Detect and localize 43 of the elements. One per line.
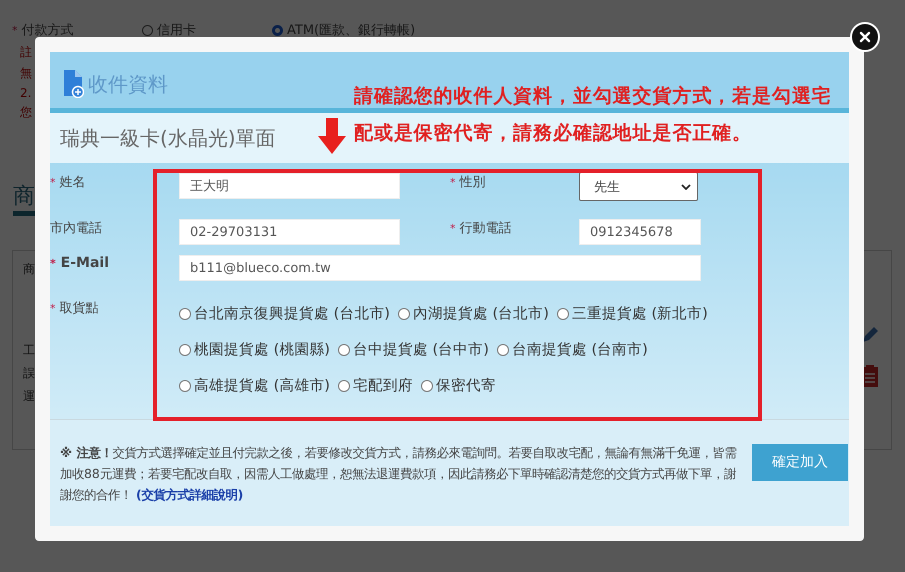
field-label: 付款方式 [22, 23, 74, 38]
note-text: 2. [20, 86, 32, 100]
required-mark: * [12, 24, 18, 37]
radio-label: 信用卡 [157, 22, 196, 39]
email-input[interactable]: b111@blueco.com.tw [179, 255, 701, 281]
pickup-option[interactable]: 高雄提貨處 (高雄市) [179, 377, 330, 395]
pickup-option[interactable]: 宅配到府 [338, 377, 413, 395]
product-name: 瑞典一級卡(水晶光)單面 [60, 124, 276, 152]
field-label: 市內電話 [50, 221, 102, 236]
pickup-option[interactable]: 台中提貨處 (台中市) [338, 341, 489, 359]
notice-text: 請確認您的收件人資料，並勾選交貨方式，若是勾選宅配或是保密代寄，請務必確認地址是否正確。 [354, 84, 833, 146]
panel-text: 工 [23, 342, 35, 359]
notice-paragraph: ※ 注意！交貨方式選擇確定並且付完款之後，若要修改交貨方式，請務必來電詢問。若要自取改宅配，無論有無滿千免運，皆需加收88元運費；若要宅配改自取，因需人工做處理，恕無法退運費款項，因此請務必下單時確認清楚您的交貨方式再做下單，謝謝您的合作！ (交貨方式詳細說明) [60, 444, 738, 504]
pickup-option[interactable]: 台北南京復興提貨處 (台北市) [179, 305, 390, 323]
panel-text: 商 [23, 261, 35, 278]
name-input[interactable]: 王大明 [179, 173, 400, 199]
note-text: 您 [20, 104, 32, 121]
pickup-option[interactable]: 內湖提貨處 (台北市) [398, 305, 549, 323]
field-label: 行動電話 [460, 221, 512, 236]
mobile-input[interactable]: 0912345678 [579, 219, 701, 245]
pickup-option[interactable]: 三重提貨處 (新北市) [556, 305, 708, 323]
required-mark: * [50, 257, 56, 270]
field-label: E-Mail [60, 255, 109, 271]
required-mark: * [450, 222, 456, 235]
field-label: 取貨點 [60, 301, 99, 316]
note-text: 無 [20, 65, 32, 82]
section-title: 商 [13, 183, 35, 211]
panel-text: 運 [23, 388, 35, 405]
pickup-option[interactable]: 台南提貨處 (台南市) [496, 341, 648, 359]
radio-label: ATM(匯款、銀行轉帳) [287, 22, 416, 39]
pickup-option[interactable]: 保密代寄 [420, 377, 496, 395]
required-mark: * [50, 176, 56, 189]
field-label: 性別 [460, 175, 486, 190]
panel-text: 誤 [23, 365, 35, 382]
gender-select[interactable]: 先生 [579, 172, 698, 201]
note-text: 註 [20, 44, 32, 61]
required-mark: * [50, 302, 56, 315]
required-mark: * [450, 176, 456, 189]
modal-title: 收件資料 [88, 71, 168, 98]
field-label: 姓名 [60, 175, 86, 190]
phone-input[interactable]: 02-29703131 [179, 219, 400, 245]
delivery-details-link[interactable]: (交貨方式詳細說明) [136, 486, 244, 502]
pickup-option[interactable]: 桃園提貨處 (桃園縣) [179, 341, 330, 359]
